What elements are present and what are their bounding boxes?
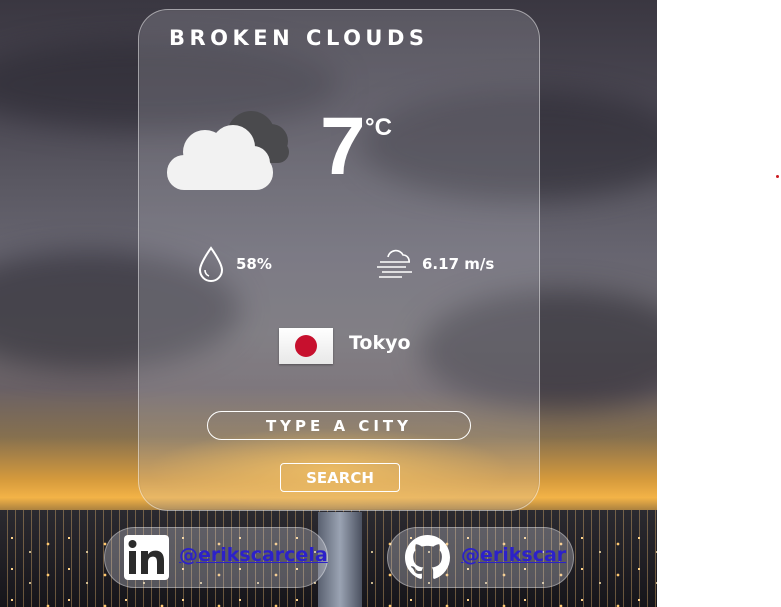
github-handle-link[interactable]: @erikscar <box>461 544 566 566</box>
weather-description: BROKEN CLOUDS <box>169 26 429 50</box>
wind-fog-icon <box>377 249 412 278</box>
wind-speed-value: 6.17 m/s <box>422 255 495 273</box>
temperature-value: 7 <box>320 101 366 192</box>
flag-circle <box>295 335 317 357</box>
github-link-pill: @erikscar <box>387 527 574 588</box>
city-name: Tokyo <box>349 332 411 354</box>
japan-flag-icon <box>279 328 333 364</box>
city-search-input[interactable] <box>207 411 471 440</box>
linkedin-icon[interactable] <box>124 535 169 580</box>
weather-card: BROKEN CLOUDS 7 °C 58% 6.17 m/s Tokyo SE… <box>138 9 540 511</box>
humidity-drop-icon <box>198 246 224 282</box>
linkedin-link-pill: @erikscarcela <box>104 527 328 588</box>
linkedin-handle-link[interactable]: @erikscarcela <box>179 544 328 566</box>
broken-clouds-icon <box>167 111 289 190</box>
github-icon[interactable] <box>405 535 450 580</box>
search-button[interactable]: SEARCH <box>280 463 400 492</box>
humidity-value: 58% <box>236 255 272 273</box>
temperature-unit: °C <box>365 114 392 141</box>
red-dot <box>776 175 779 178</box>
